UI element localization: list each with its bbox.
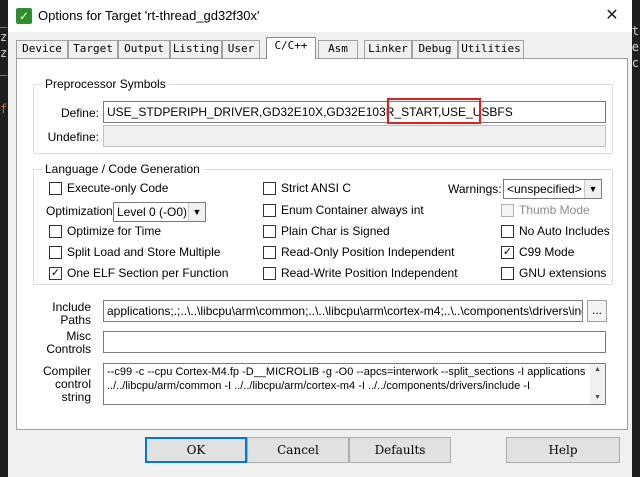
ro-position-label: Read-Only Position Independent bbox=[281, 245, 455, 259]
ro-position-checkbox[interactable] bbox=[263, 246, 276, 259]
include-label-1: Include bbox=[52, 300, 91, 314]
gnu-extensions-label: GNU extensions bbox=[519, 266, 607, 280]
browse-include-button[interactable]: ... bbox=[587, 300, 607, 322]
optimization-value: Level 0 (-O0) bbox=[117, 205, 188, 219]
tab-strip: Device Target Output Listing User C/C++ … bbox=[16, 37, 628, 59]
tab-utilities[interactable]: Utilities bbox=[458, 40, 524, 58]
execute-only-label: Execute-only Code bbox=[67, 181, 169, 195]
strict-ansi-checkbox[interactable] bbox=[263, 182, 276, 195]
tab-debug[interactable]: Debug bbox=[412, 40, 458, 58]
window-title: Options for Target 'rt-thread_gd32f30x' bbox=[38, 8, 260, 23]
rw-position-label: Read-Write Position Independent bbox=[281, 266, 458, 280]
background-char: c bbox=[631, 56, 639, 70]
include-paths-input[interactable]: applications;.;..\..\libcpu\arm\common;.… bbox=[103, 300, 583, 322]
cancel-button[interactable]: Cancel bbox=[247, 437, 349, 463]
compiler-label-1: Compiler bbox=[42, 364, 91, 378]
tab-target[interactable]: Target bbox=[68, 40, 118, 58]
options-dialog: ✓ Options for Target 'rt-thread_gd32f30x… bbox=[8, 0, 632, 477]
background-char: _ bbox=[0, 14, 8, 28]
tab-listing[interactable]: Listing bbox=[170, 40, 222, 58]
optimization-label: Optimization: bbox=[46, 204, 117, 218]
thumb-mode-checkbox bbox=[501, 204, 514, 217]
gnu-extensions-checkbox[interactable] bbox=[501, 267, 514, 280]
ok-button[interactable]: OK bbox=[145, 437, 247, 463]
define-input[interactable]: USE_STDPERIPH_DRIVER,GD32E10X,GD32E103R_… bbox=[103, 101, 606, 123]
execute-only-checkbox[interactable] bbox=[49, 182, 62, 195]
no-auto-includes-label: No Auto Includes bbox=[519, 224, 610, 238]
warnings-value: <unspecified> bbox=[507, 182, 582, 196]
split-load-checkbox[interactable] bbox=[49, 246, 62, 259]
background-char: f bbox=[0, 102, 8, 116]
define-label: Define: bbox=[60, 106, 99, 120]
enum-container-checkbox[interactable] bbox=[263, 204, 276, 217]
compiler-label-3: string bbox=[61, 390, 91, 404]
tab-output[interactable]: Output bbox=[118, 40, 170, 58]
defaults-button[interactable]: Defaults bbox=[349, 437, 451, 463]
c99-mode-label: C99 Mode bbox=[519, 245, 575, 259]
compiler-label-2: control bbox=[54, 377, 91, 391]
help-button[interactable]: Help bbox=[506, 437, 620, 463]
tab-c-cpp[interactable]: C/C++ bbox=[266, 37, 316, 59]
one-elf-checkbox[interactable]: ✓ bbox=[49, 267, 62, 280]
language-group-label: Language / Code Generation bbox=[42, 162, 203, 176]
strict-ansi-label: Strict ANSI C bbox=[281, 181, 352, 195]
preprocessor-group-label: Preprocessor Symbols bbox=[42, 77, 169, 91]
compiler-line-2: ../../libcpu/arm/common -I ../../libcpu/… bbox=[107, 380, 531, 392]
background-char: t bbox=[631, 24, 639, 38]
plain-char-checkbox[interactable] bbox=[263, 225, 276, 238]
scroll-up-icon[interactable]: ▲ bbox=[590, 364, 605, 376]
thumb-mode-label: Thumb Mode bbox=[519, 203, 590, 217]
optimize-time-checkbox[interactable] bbox=[49, 225, 62, 238]
warnings-label: Warnings: bbox=[448, 182, 502, 196]
background-char: _ bbox=[0, 62, 8, 76]
tab-user[interactable]: User bbox=[222, 40, 260, 58]
background-char: z bbox=[0, 46, 8, 60]
misc-controls-input[interactable] bbox=[103, 331, 606, 353]
tab-linker[interactable]: Linker bbox=[364, 40, 412, 58]
one-elf-label: One ELF Section per Function bbox=[67, 266, 229, 280]
enum-container-label: Enum Container always int bbox=[281, 203, 424, 217]
optimization-select[interactable]: Level 0 (-O0) ▼ bbox=[113, 202, 206, 222]
check-logo-icon: ✓ bbox=[16, 8, 32, 24]
split-load-label: Split Load and Store Multiple bbox=[67, 245, 221, 259]
tab-device[interactable]: Device bbox=[16, 40, 68, 58]
plain-char-label: Plain Char is Signed bbox=[281, 224, 390, 238]
c99-mode-checkbox[interactable]: ✓ bbox=[501, 246, 514, 259]
define-highlight-box bbox=[387, 98, 481, 124]
compiler-line-1: --c99 -c --cpu Cortex-M4.fp -D__MICROLIB… bbox=[107, 366, 587, 378]
title-bar[interactable]: ✓ Options for Target 'rt-thread_gd32f30x… bbox=[8, 0, 632, 32]
optimize-time-label: Optimize for Time bbox=[67, 224, 162, 238]
rw-position-checkbox[interactable] bbox=[263, 267, 276, 280]
tab-asm[interactable]: Asm bbox=[318, 40, 358, 58]
scroll-down-icon[interactable]: ▼ bbox=[590, 392, 605, 404]
warnings-select[interactable]: <unspecified> ▼ bbox=[503, 179, 602, 199]
misc-label-2: Controls bbox=[46, 342, 91, 356]
misc-label-1: Misc bbox=[66, 329, 91, 343]
undefine-label: Undefine: bbox=[47, 130, 99, 144]
cpp-tab-panel: Preprocessor Symbols Define: USE_STDPERI… bbox=[16, 58, 628, 430]
compiler-scrollbar[interactable]: ▲ ▼ bbox=[590, 364, 605, 404]
chevron-down-icon: ▼ bbox=[188, 203, 205, 221]
undefine-input[interactable] bbox=[103, 125, 606, 147]
chevron-down-icon: ▼ bbox=[584, 180, 601, 198]
no-auto-includes-checkbox[interactable] bbox=[501, 225, 514, 238]
background-editor-right bbox=[632, 0, 640, 477]
background-char: e bbox=[631, 40, 639, 54]
close-icon[interactable]: ✕ bbox=[592, 0, 632, 32]
compiler-control-string[interactable]: --c99 -c --cpu Cortex-M4.fp -D__MICROLIB… bbox=[103, 363, 606, 405]
include-label-2: Paths bbox=[60, 313, 91, 327]
background-char: z bbox=[0, 30, 8, 44]
